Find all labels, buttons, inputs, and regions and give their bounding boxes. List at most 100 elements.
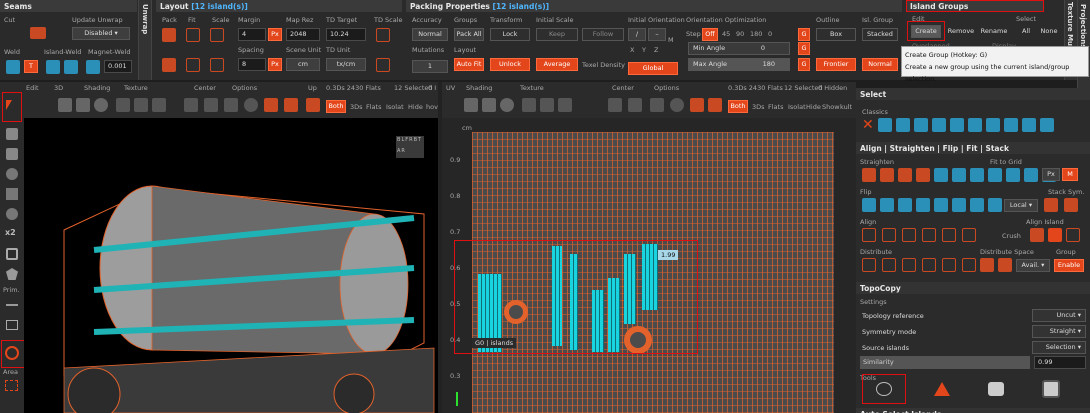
stack-sym-a-icon[interactable]	[1044, 198, 1058, 212]
viewport-uv[interactable]: UV Shading Texture Center Options 0.3Ds …	[442, 82, 856, 413]
texture-grid-icon[interactable]	[134, 98, 148, 112]
straighten-auto-icon[interactable]	[916, 168, 930, 182]
shading-solid-icon[interactable]	[58, 98, 72, 112]
distribute-a-icon[interactable]	[862, 258, 876, 272]
scene-unit-select[interactable]: cm	[286, 58, 320, 71]
select-grid-icon[interactable]	[877, 118, 892, 132]
orient-x[interactable]: X	[630, 46, 634, 54]
straighten-h-icon[interactable]	[862, 168, 876, 182]
uv-isolate-button[interactable]: Isolat	[788, 103, 806, 111]
spacing-px-toggle[interactable]: Px	[268, 58, 282, 71]
uv-shading-wire-icon[interactable]	[482, 98, 496, 112]
layer-tool-icon[interactable]	[6, 148, 18, 160]
align-island-a-icon[interactable]	[1030, 228, 1044, 242]
align-top-icon[interactable]	[922, 228, 936, 242]
select-arrow-icon[interactable]	[6, 100, 12, 110]
scale-alt-icon[interactable]	[210, 58, 224, 72]
texture-checker-icon[interactable]	[116, 98, 130, 112]
shading-wire-icon[interactable]	[76, 98, 90, 112]
td-scale-icon[interactable]	[376, 28, 390, 42]
uv-center-icon[interactable]	[608, 98, 622, 112]
uv-show-button[interactable]: Show	[822, 103, 840, 111]
uv-display-both-button[interactable]: Both	[728, 100, 748, 113]
orient-m[interactable]: M	[668, 36, 674, 44]
isolate-button[interactable]: Isolat	[386, 103, 404, 111]
average-button[interactable]: Average	[536, 58, 578, 71]
frontier-button[interactable]: Frontier	[816, 58, 856, 71]
pack-alt-icon[interactable]	[162, 58, 176, 72]
outline-box-button[interactable]: Box	[816, 28, 856, 41]
display-both-button[interactable]: Both	[326, 100, 346, 113]
island-weld-alt-icon[interactable]	[64, 60, 78, 74]
flip-h-icon[interactable]	[862, 198, 876, 212]
topocopy-nodes-icon[interactable]	[876, 382, 892, 396]
shield-icon[interactable]	[6, 268, 18, 280]
hov-button[interactable]: hov	[426, 103, 438, 111]
orientation-slash-button[interactable]: /	[628, 28, 646, 41]
magnet-weld-icon[interactable]	[86, 60, 100, 74]
select-checker-icon[interactable]	[967, 118, 982, 132]
center-all-icon[interactable]	[204, 98, 218, 112]
uv-display-3ds-button[interactable]: 3Ds	[752, 103, 765, 111]
uv-hide-button[interactable]: Hide	[806, 103, 821, 111]
select-edges-icon[interactable]	[931, 118, 946, 132]
straighten-both-icon[interactable]	[898, 168, 912, 182]
scale-icon[interactable]	[210, 28, 224, 42]
flip-d6-icon[interactable]	[988, 198, 1002, 212]
clear-select-icon[interactable]: ✕	[862, 118, 874, 132]
hide-button[interactable]: Hide	[408, 103, 423, 111]
uv-center-all-icon[interactable]	[628, 98, 642, 112]
uv-shading-smooth-icon[interactable]	[500, 98, 514, 112]
uv-texture-checker-icon[interactable]	[522, 98, 536, 112]
topocopy-tree-icon[interactable]	[934, 382, 950, 396]
magnet-tool-icon[interactable]	[6, 208, 18, 220]
symmetry-tool-icon[interactable]	[6, 248, 18, 260]
light-icon[interactable]	[224, 98, 238, 112]
fit-icon[interactable]	[186, 28, 200, 42]
uv-options-axis-icon[interactable]	[690, 98, 704, 112]
plane-prim-icon[interactable]	[6, 320, 18, 330]
uv-texture-grid-icon[interactable]	[540, 98, 554, 112]
stacked-button[interactable]: Stacked	[862, 28, 898, 41]
texture-map-icon[interactable]	[152, 98, 166, 112]
min-angle-field[interactable]: Min Angle 0	[688, 42, 790, 55]
flip-space-select[interactable]: Local ▾	[1004, 199, 1038, 212]
fit-grid-d-icon[interactable]	[988, 168, 1002, 182]
area-select-icon[interactable]	[5, 380, 18, 391]
select-more-icon[interactable]	[1039, 118, 1054, 132]
island-weld-icon[interactable]	[46, 60, 60, 74]
step-0[interactable]: 0	[768, 30, 772, 38]
options-axis-icon[interactable]	[264, 98, 278, 112]
display-flats-button[interactable]: Flats	[366, 103, 381, 111]
margin-field[interactable]: 4	[238, 28, 266, 41]
max-angle-field[interactable]: Max Angle 180	[688, 58, 790, 71]
distribute-space-b-icon[interactable]	[998, 258, 1012, 272]
td-target-field[interactable]: 10.24	[326, 28, 366, 41]
fit-grid-b-icon[interactable]	[952, 168, 966, 182]
flip-d1-icon[interactable]	[898, 198, 912, 212]
keep-button[interactable]: Keep	[536, 28, 578, 41]
flip-d4-icon[interactable]	[952, 198, 966, 212]
uv-shading-solid-icon[interactable]	[464, 98, 478, 112]
create-group-button[interactable]: Create	[911, 25, 941, 38]
select-overlap-icon[interactable]	[1003, 118, 1018, 132]
fit-grid-m-button[interactable]: M	[1062, 168, 1078, 181]
td-unit-select[interactable]: tx/cm	[326, 58, 366, 71]
unwrap-tab[interactable]: Unwrap	[138, 0, 152, 80]
accuracy-select[interactable]: Normal	[412, 28, 448, 41]
align-island-b-icon[interactable]	[1048, 228, 1062, 242]
source-islands-select[interactable]: Selection ▾	[1032, 341, 1086, 354]
globe-icon[interactable]	[5, 346, 19, 360]
similarity-slider[interactable]: Similarity	[860, 356, 1030, 369]
distribute-space-select[interactable]: Avail. ▾	[1016, 259, 1050, 272]
symmetry-mode-select[interactable]: Straight ▾	[1032, 325, 1086, 338]
sphere-tool-icon[interactable]	[6, 168, 18, 180]
select-bars-icon[interactable]	[895, 118, 910, 132]
step-45[interactable]: 45	[722, 30, 730, 38]
fit-grid-a-icon[interactable]	[934, 168, 948, 182]
select-faces-icon[interactable]	[949, 118, 964, 132]
line-prim-icon[interactable]	[6, 304, 18, 306]
step-g-button[interactable]: G	[798, 28, 810, 41]
select-all-button[interactable]: All	[1016, 25, 1036, 38]
flip-d2-icon[interactable]	[916, 198, 930, 212]
